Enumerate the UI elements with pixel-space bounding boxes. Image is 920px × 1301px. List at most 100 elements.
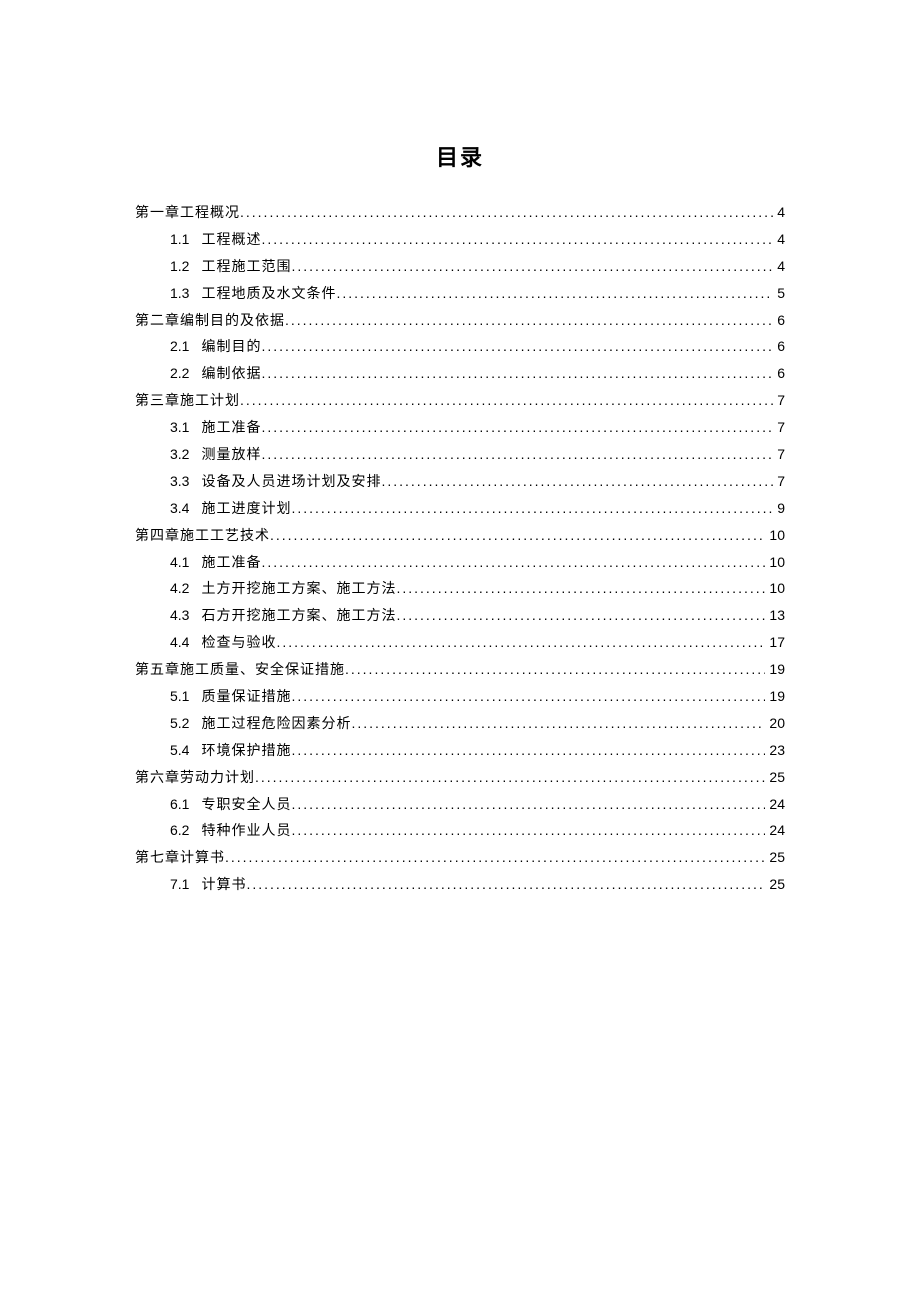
toc-dots bbox=[261, 415, 773, 441]
toc-dots bbox=[261, 442, 773, 468]
toc-entry: 第三章施工计划 7 bbox=[135, 388, 785, 415]
toc-entry: 第五章施工质量、安全保证措施 19 bbox=[135, 657, 785, 684]
toc-entry-text: 土方开挖施工方案、施工方法 bbox=[201, 577, 396, 603]
toc-entry: 第一章工程概况4 bbox=[135, 200, 785, 227]
toc-entry: 3.1施工准备7 bbox=[135, 415, 785, 442]
toc-entry-page: 7 bbox=[773, 469, 785, 495]
toc-entry-text: 第五章施工质量、安全保证措施 bbox=[135, 658, 345, 684]
toc-entry-page: 24 bbox=[765, 792, 785, 818]
toc-entry-text: 编制依据 bbox=[201, 362, 261, 388]
toc-entry: 1.1 工程概述 4 bbox=[135, 227, 785, 254]
toc-entry-text: 施工过程危险因素分析 bbox=[201, 712, 351, 738]
toc-entry: 1.2工程施工范围4 bbox=[135, 254, 785, 281]
toc-entry: 4.3 石方开挖施工方案、施工方法 13 bbox=[135, 603, 785, 630]
toc-entry-page: 19 bbox=[765, 657, 785, 683]
toc-dots bbox=[291, 792, 765, 818]
toc-dots bbox=[261, 227, 773, 253]
toc-entry-text: 检查与验收 bbox=[201, 631, 276, 657]
toc-entry-page: 6 bbox=[773, 361, 785, 387]
toc-entry-number: 6.2 bbox=[170, 818, 189, 844]
toc-entry-page: 9 bbox=[773, 496, 785, 522]
toc-entry-text: 环境保护措施 bbox=[201, 739, 291, 765]
toc-dots bbox=[225, 845, 765, 871]
toc-entry-page: 25 bbox=[765, 845, 785, 871]
toc-entry: 3.2测量放样7 bbox=[135, 442, 785, 469]
toc-entry: 2.2编制依据6 bbox=[135, 361, 785, 388]
toc-entry: 第二章编制目的及依据 6 bbox=[135, 308, 785, 335]
toc-entry: 5.2 施工过程危险因素分析 20 bbox=[135, 711, 785, 738]
toc-entry-number: 3.4 bbox=[170, 496, 189, 522]
toc-entry-number: 7.1 bbox=[170, 872, 189, 898]
toc-entry-number: 4.3 bbox=[170, 603, 189, 629]
toc-entry-text: 特种作业人员 bbox=[201, 819, 291, 845]
toc-entry-page: 7 bbox=[773, 388, 785, 414]
toc-entry-page: 19 bbox=[765, 684, 785, 710]
toc-entry-number: 5.1 bbox=[170, 684, 189, 710]
toc-entry-text: 施工准备 bbox=[201, 551, 261, 577]
toc-container: 第一章工程概况41.1工程概述41.2工程施工范围41.3工程地质及水文条件5第… bbox=[135, 200, 785, 899]
toc-entry-page: 25 bbox=[765, 765, 785, 791]
toc-entry: 1.3工程地质及水文条件5 bbox=[135, 281, 785, 308]
toc-entry-page: 4 bbox=[773, 227, 785, 253]
toc-dots bbox=[336, 281, 773, 307]
toc-dots bbox=[261, 361, 773, 387]
toc-entry-page: 4 bbox=[773, 200, 785, 226]
toc-entry: 3.3设备及人员进场计划及安排7 bbox=[135, 469, 785, 496]
toc-entry-page: 23 bbox=[765, 738, 785, 764]
toc-entry-text: 第二章编制目的及依据 bbox=[135, 309, 285, 335]
toc-entry-text: 石方开挖施工方案、施工方法 bbox=[201, 604, 396, 630]
toc-entry: 4.1 施工准备 10 bbox=[135, 550, 785, 577]
toc-entry-page: 24 bbox=[765, 818, 785, 844]
toc-entry-number: 1.3 bbox=[170, 281, 189, 307]
toc-entry-page: 10 bbox=[765, 550, 785, 576]
toc-entry: 5.1质量保证措施19 bbox=[135, 684, 785, 711]
toc-dots bbox=[240, 200, 773, 226]
toc-entry: 5.4 环境保护措施 23 bbox=[135, 738, 785, 765]
toc-entry: 4.4检查与验收17 bbox=[135, 630, 785, 657]
toc-dots bbox=[276, 630, 765, 656]
toc-dots bbox=[261, 550, 765, 576]
toc-entry-text: 工程概述 bbox=[201, 228, 261, 254]
toc-entry-text: 专职安全人员 bbox=[201, 793, 291, 819]
toc-entry-number: 4.2 bbox=[170, 576, 189, 602]
toc-entry: 7.1 计算书 25 bbox=[135, 872, 785, 899]
toc-dots bbox=[240, 388, 773, 414]
toc-entry-text: 第七章计算书 bbox=[135, 846, 225, 872]
toc-entry-page: 4 bbox=[773, 254, 785, 280]
toc-entry-number: 3.3 bbox=[170, 469, 189, 495]
toc-entry-number: 4.1 bbox=[170, 550, 189, 576]
toc-entry-page: 6 bbox=[773, 334, 785, 360]
toc-entry-page: 7 bbox=[773, 442, 785, 468]
toc-entry-number: 4.4 bbox=[170, 630, 189, 656]
toc-entry-number: 1.1 bbox=[170, 227, 189, 253]
toc-entry-number: 2.1 bbox=[170, 334, 189, 360]
toc-entry-text: 第四章施工工艺技术 bbox=[135, 524, 270, 550]
toc-entry-page: 7 bbox=[773, 415, 785, 441]
toc-entry: 6.1 专职安全人员 24 bbox=[135, 792, 785, 819]
toc-entry-number: 5.4 bbox=[170, 738, 189, 764]
toc-entry-number: 3.2 bbox=[170, 442, 189, 468]
toc-entry-page: 20 bbox=[765, 711, 785, 737]
toc-title: 目录 bbox=[135, 140, 785, 172]
toc-dots bbox=[351, 711, 765, 737]
toc-entry: 第六章劳动力计划25 bbox=[135, 765, 785, 792]
toc-entry-number: 6.1 bbox=[170, 792, 189, 818]
toc-entry-number: 5.2 bbox=[170, 711, 189, 737]
toc-dots bbox=[270, 523, 765, 549]
toc-entry-text: 编制目的 bbox=[201, 335, 261, 361]
toc-entry-page: 25 bbox=[765, 872, 785, 898]
toc-dots bbox=[381, 469, 773, 495]
toc-entry-page: 13 bbox=[765, 603, 785, 629]
toc-entry-text: 第三章施工计划 bbox=[135, 389, 240, 415]
toc-dots bbox=[291, 496, 773, 522]
toc-dots bbox=[255, 765, 765, 791]
toc-entry-text: 计算书 bbox=[201, 873, 246, 899]
toc-dots bbox=[291, 684, 765, 710]
toc-entry-text: 施工进度计划 bbox=[201, 497, 291, 523]
toc-entry-page: 6 bbox=[773, 308, 785, 334]
toc-dots bbox=[291, 818, 765, 844]
toc-entry: 第四章施工工艺技术 10 bbox=[135, 523, 785, 550]
toc-dots bbox=[396, 603, 765, 629]
toc-entry-page: 10 bbox=[765, 523, 785, 549]
toc-entry: 3.4 施工进度计划 9 bbox=[135, 496, 785, 523]
